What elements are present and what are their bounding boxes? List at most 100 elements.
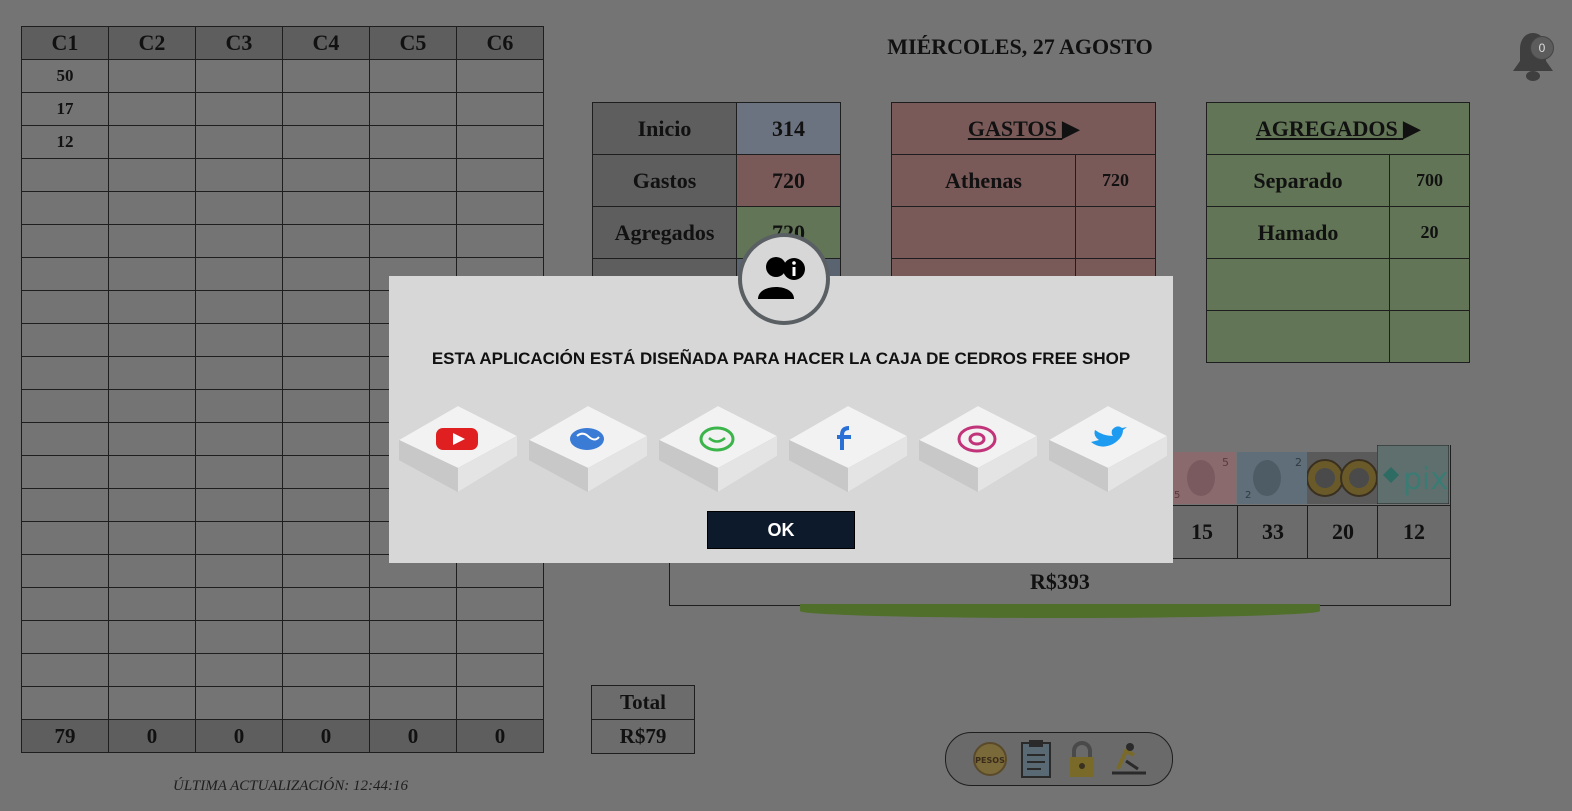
grid-cell[interactable] <box>195 488 283 522</box>
grid-cell[interactable] <box>21 620 109 654</box>
grid-cell[interactable] <box>282 389 370 423</box>
grid-cell[interactable] <box>21 257 109 291</box>
agregados-header-button[interactable]: AGREGADOS ▶ <box>1206 102 1470 155</box>
youtube-icon[interactable] <box>397 404 519 496</box>
grid-cell[interactable] <box>456 191 544 225</box>
grid-cell[interactable] <box>195 92 283 126</box>
agregados-name[interactable] <box>1206 310 1390 363</box>
exit-icon[interactable] <box>1108 739 1150 779</box>
grid-cell[interactable] <box>108 290 196 324</box>
grid-cell[interactable] <box>21 554 109 588</box>
grid-cell[interactable] <box>108 323 196 357</box>
grid-cell[interactable] <box>282 125 370 159</box>
grid-cell[interactable] <box>195 422 283 456</box>
grid-cell[interactable] <box>282 224 370 258</box>
grid-cell[interactable] <box>282 356 370 390</box>
grid-cell[interactable] <box>195 587 283 621</box>
grid-cell[interactable] <box>108 59 196 93</box>
grid-cell[interactable] <box>195 323 283 357</box>
grid-cell[interactable] <box>108 686 196 720</box>
money-count[interactable]: 15 <box>1166 505 1238 558</box>
grid-cell[interactable] <box>21 587 109 621</box>
grid-cell[interactable] <box>108 587 196 621</box>
grid-cell[interactable] <box>282 455 370 489</box>
grid-cell[interactable] <box>369 125 457 159</box>
grid-cell[interactable] <box>456 653 544 687</box>
grid-cell[interactable] <box>456 224 544 258</box>
agregados-amount[interactable]: 700 <box>1389 154 1470 207</box>
grid-cell[interactable] <box>456 587 544 621</box>
grid-cell[interactable] <box>369 59 457 93</box>
grid-cell[interactable] <box>21 521 109 555</box>
grid-cell[interactable] <box>21 455 109 489</box>
gastos-name[interactable] <box>891 206 1076 259</box>
grid-cell[interactable] <box>108 389 196 423</box>
gastos-header-button[interactable]: GASTOS ▶ <box>891 102 1156 155</box>
grid-cell[interactable] <box>456 620 544 654</box>
grid-cell[interactable] <box>456 59 544 93</box>
grid-cell[interactable] <box>108 422 196 456</box>
grid-cell[interactable] <box>21 323 109 357</box>
grid-cell[interactable] <box>108 356 196 390</box>
grid-cell[interactable] <box>369 620 457 654</box>
grid-cell[interactable] <box>195 224 283 258</box>
agregados-name[interactable] <box>1206 258 1390 311</box>
grid-cell[interactable]: 50 <box>21 59 109 93</box>
grid-cell[interactable] <box>195 620 283 654</box>
grid-cell[interactable] <box>108 191 196 225</box>
grid-cell[interactable] <box>21 356 109 390</box>
grid-cell[interactable] <box>21 422 109 456</box>
grid-cell[interactable] <box>282 59 370 93</box>
grid-cell[interactable] <box>108 125 196 159</box>
grid-cell[interactable] <box>369 653 457 687</box>
grid-cell[interactable] <box>195 125 283 159</box>
facebook-icon[interactable] <box>787 404 909 496</box>
grid-cell[interactable] <box>108 92 196 126</box>
grid-cell[interactable] <box>369 224 457 258</box>
grid-cell[interactable] <box>456 92 544 126</box>
grid-cell[interactable] <box>21 389 109 423</box>
grid-cell[interactable] <box>195 356 283 390</box>
grid-cell[interactable] <box>21 686 109 720</box>
agregados-amount[interactable] <box>1389 310 1470 363</box>
grid-cell[interactable] <box>369 92 457 126</box>
grid-cell[interactable] <box>369 587 457 621</box>
grid-cell[interactable] <box>195 191 283 225</box>
grid-cell[interactable] <box>282 158 370 192</box>
grid-cell[interactable] <box>108 488 196 522</box>
grid-cell[interactable] <box>195 455 283 489</box>
grid-cell[interactable] <box>108 257 196 291</box>
instagram-icon[interactable] <box>917 404 1039 496</box>
grid-cell[interactable]: 12 <box>21 125 109 159</box>
grid-cell[interactable] <box>195 290 283 324</box>
gastos-amount[interactable] <box>1075 206 1156 259</box>
lock-icon[interactable] <box>1062 739 1104 779</box>
grid-cell[interactable] <box>195 389 283 423</box>
grid-cell[interactable] <box>282 587 370 621</box>
grid-cell[interactable] <box>195 59 283 93</box>
grid-cell[interactable] <box>282 653 370 687</box>
grid-cell[interactable] <box>282 554 370 588</box>
money-count[interactable]: 20 <box>1307 505 1379 558</box>
grid-cell[interactable] <box>195 521 283 555</box>
agregados-name[interactable]: Separado <box>1206 154 1390 207</box>
grid-cell[interactable] <box>21 158 109 192</box>
grid-cell[interactable] <box>108 620 196 654</box>
agregados-name[interactable]: Hamado <box>1206 206 1390 259</box>
money-count[interactable]: 33 <box>1237 505 1309 558</box>
grid-cell[interactable] <box>282 521 370 555</box>
gastos-amount[interactable]: 720 <box>1075 154 1156 207</box>
grid-cell[interactable] <box>282 323 370 357</box>
grid-cell[interactable] <box>456 125 544 159</box>
grid-cell[interactable] <box>456 158 544 192</box>
grid-cell[interactable] <box>195 653 283 687</box>
grid-cell[interactable] <box>21 290 109 324</box>
grid-cell[interactable] <box>456 686 544 720</box>
grid-cell[interactable] <box>195 257 283 291</box>
grid-cell[interactable] <box>108 653 196 687</box>
grid-cell[interactable] <box>108 455 196 489</box>
grid-cell[interactable]: 17 <box>21 92 109 126</box>
grid-cell[interactable] <box>108 158 196 192</box>
grid-cell[interactable] <box>21 653 109 687</box>
money-count[interactable]: 12 <box>1377 505 1451 558</box>
